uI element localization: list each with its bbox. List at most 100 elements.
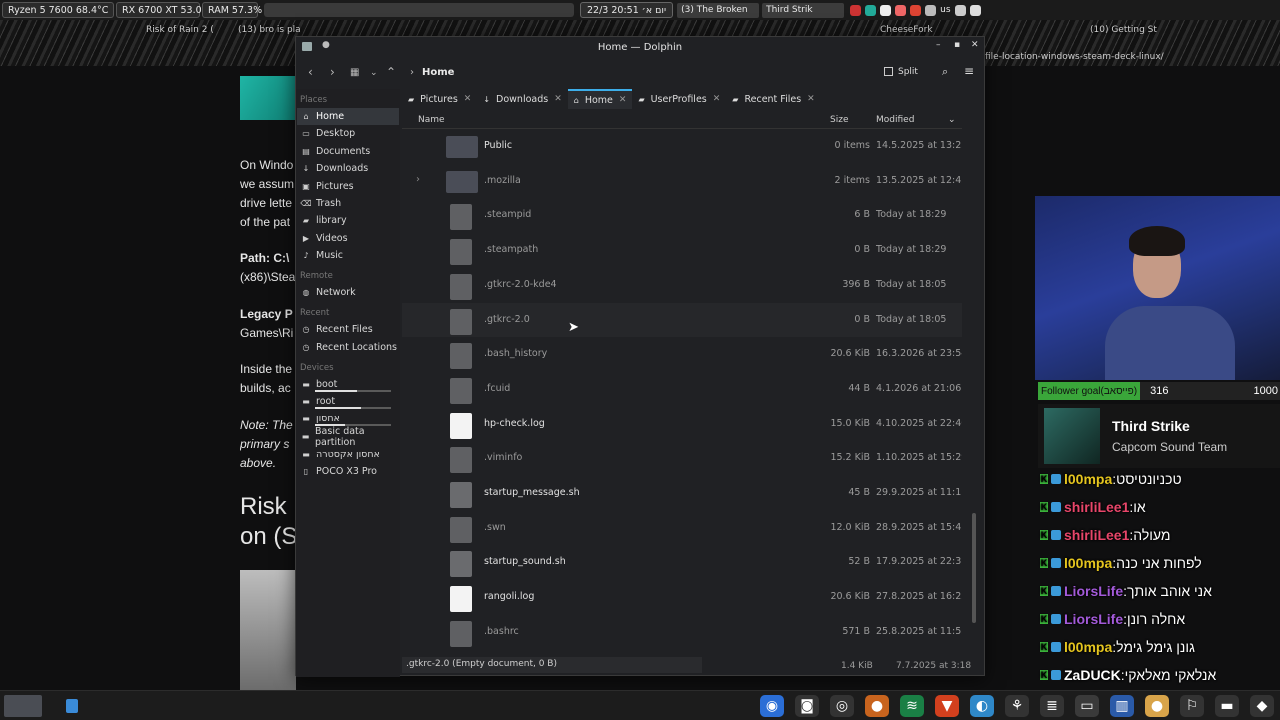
chat-username[interactable]: LiorsLife bbox=[1064, 611, 1123, 627]
chat-username[interactable]: l00mpa bbox=[1064, 639, 1112, 655]
column-name[interactable]: Name bbox=[418, 115, 445, 125]
steam-icon[interactable]: ◎ bbox=[830, 695, 854, 717]
folder-row[interactable]: Public 0 items 14.5.2025 at 13:23 bbox=[402, 129, 962, 163]
places-item-recent-locations[interactable]: ◷ Recent Locations bbox=[297, 339, 399, 356]
search-icon[interactable]: ⌕ bbox=[942, 65, 948, 79]
close-icon[interactable]: ✕ bbox=[713, 94, 721, 104]
file-row[interactable]: .fcuid 44 B 4.1.2026 at 21:06 bbox=[402, 372, 962, 406]
expand-icon[interactable]: › bbox=[416, 174, 420, 185]
places-item-trash[interactable]: ⌫ Trash bbox=[297, 195, 399, 212]
browser-tab[interactable]: (13) bro is pla bbox=[238, 25, 316, 35]
store-icon[interactable]: ▥ bbox=[1110, 695, 1134, 717]
column-size[interactable]: Size bbox=[830, 115, 848, 125]
chat-username[interactable]: shirliLee1 bbox=[1064, 527, 1129, 543]
terminal-icon[interactable]: ▬ bbox=[1215, 695, 1239, 717]
tab-userprofiles[interactable]: ▰ UserProfiles ✕ bbox=[632, 89, 726, 109]
tray-icon[interactable] bbox=[910, 4, 922, 16]
tab-downloads[interactable]: ↓ Downloads ✕ bbox=[477, 89, 567, 109]
tray-icon[interactable] bbox=[954, 4, 966, 16]
address-bar-url[interactable]: file-location-windows-steam-deck-linux/ bbox=[985, 52, 1164, 62]
file-row[interactable]: startup_sound.sh 52 B 17.9.2025 at 22:31 bbox=[402, 545, 962, 579]
device-item[interactable]: ▬ Basic data partition bbox=[297, 426, 399, 448]
column-modified[interactable]: Modified bbox=[876, 115, 914, 125]
start-menu-button[interactable] bbox=[4, 695, 42, 717]
app-icon[interactable]: ◆ bbox=[1250, 695, 1274, 717]
app-icon[interactable]: ● bbox=[1145, 695, 1169, 717]
split-icon[interactable] bbox=[884, 67, 893, 76]
clock[interactable]: 22/3 יום א׳ 20:51 bbox=[580, 2, 674, 18]
places-item-music[interactable]: ♪ Music bbox=[297, 247, 399, 264]
chat-username[interactable]: shirliLee1 bbox=[1064, 499, 1129, 515]
task-item[interactable]: Third Strik bbox=[762, 2, 845, 18]
layers-icon[interactable]: ≣ bbox=[1040, 695, 1064, 717]
browser-tab[interactable]: (10) Getting St bbox=[1090, 25, 1160, 35]
places-item-pictures[interactable]: ▣ Pictures bbox=[297, 178, 399, 195]
menu-icon[interactable]: ≡ bbox=[964, 64, 974, 78]
pin-icon[interactable]: ● bbox=[322, 40, 330, 50]
file-row[interactable]: .viminfo 15.2 KiB 1.10.2025 at 15:29 bbox=[402, 441, 962, 475]
file-row[interactable]: rangoli.log 20.6 KiB 27.8.2025 at 16:22 bbox=[402, 580, 962, 614]
tab-home[interactable]: ⌂ Home ✕ bbox=[567, 89, 633, 109]
split-button[interactable]: Split bbox=[898, 67, 918, 77]
chrome-icon[interactable]: ◉ bbox=[760, 695, 784, 717]
file-row[interactable]: .bash_history 20.6 KiB 16.3.2026 at 23:54 bbox=[402, 337, 962, 371]
tray-icon[interactable] bbox=[880, 4, 892, 16]
forward-icon[interactable]: › bbox=[330, 65, 335, 79]
close-icon[interactable]: ✕ bbox=[554, 94, 562, 104]
view-mode-icon[interactable]: ▦ bbox=[350, 67, 359, 78]
tray-icon[interactable] bbox=[895, 4, 907, 16]
file-row[interactable]: .steampid 6 B Today at 18:29 bbox=[402, 198, 962, 232]
chat-username[interactable]: ZaDUCK bbox=[1064, 667, 1121, 683]
chat-username[interactable]: LiorsLife bbox=[1064, 583, 1123, 599]
breadcrumb[interactable]: Home bbox=[422, 67, 454, 78]
back-icon[interactable]: ‹ bbox=[308, 65, 313, 79]
up-icon[interactable]: ⌃ bbox=[386, 65, 396, 79]
tray-icon[interactable] bbox=[969, 4, 981, 16]
places-item-videos[interactable]: ▶ Videos bbox=[297, 230, 399, 247]
file-manager-icon[interactable]: ▭ bbox=[1075, 695, 1099, 717]
tray-icon[interactable] bbox=[865, 4, 877, 16]
browser-tab[interactable]: Risk of Rain 2 ( bbox=[146, 25, 224, 35]
places-item-network[interactable]: ◍ Network bbox=[297, 284, 399, 301]
app-icon[interactable]: ⚘ bbox=[1005, 695, 1029, 717]
places-item-downloads[interactable]: ↓ Downloads bbox=[297, 160, 399, 177]
close-icon[interactable]: ✕ bbox=[464, 94, 472, 104]
file-row[interactable]: .swn 12.0 KiB 28.9.2025 at 15:45 bbox=[402, 511, 962, 545]
chat-username[interactable]: l00mpa bbox=[1064, 555, 1112, 571]
browser-tab[interactable]: CheeseFork bbox=[880, 25, 958, 35]
browser-icon[interactable]: ◐ bbox=[970, 695, 994, 717]
chat-username[interactable]: l00mpa bbox=[1064, 471, 1112, 487]
file-row[interactable]: .steampath 0 B Today at 18:29 bbox=[402, 233, 962, 267]
places-item-library[interactable]: ▰ library bbox=[297, 212, 399, 229]
device-item[interactable]: ▬ אחסון אקסטרה bbox=[297, 446, 399, 463]
places-item-home[interactable]: ⌂ Home bbox=[297, 108, 399, 125]
tray-icon[interactable] bbox=[850, 4, 862, 16]
minimize-icon[interactable]: – bbox=[936, 40, 941, 50]
places-item-desktop[interactable]: ▭ Desktop bbox=[297, 125, 399, 142]
tray-icon[interactable] bbox=[925, 4, 937, 16]
file-row[interactable]: .bashrc 571 B 25.8.2025 at 11:55 bbox=[402, 615, 962, 649]
file-row[interactable]: .gtkrc-2.0-kde4 396 B Today at 18:05 bbox=[402, 268, 962, 302]
folder-row[interactable]: .mozilla 2 items 13.5.2025 at 12:43 › bbox=[402, 164, 962, 198]
app-icon[interactable]: ⚐ bbox=[1180, 695, 1204, 717]
close-icon[interactable]: ✕ bbox=[971, 40, 979, 50]
close-icon[interactable]: ✕ bbox=[619, 95, 627, 105]
sort-chevron-icon[interactable]: ⌄ bbox=[948, 115, 956, 125]
pager-icon[interactable] bbox=[66, 699, 78, 713]
file-row[interactable]: hp-check.log 15.0 KiB 4.10.2025 at 22:40 bbox=[402, 407, 962, 441]
firefox-icon[interactable]: ● bbox=[865, 695, 889, 717]
device-item[interactable]: ▯ POCO X3 Pro bbox=[297, 463, 399, 480]
close-icon[interactable]: ✕ bbox=[807, 94, 815, 104]
file-row[interactable]: .gtkrc-2.0 0 B Today at 18:05 bbox=[402, 302, 962, 337]
places-item-recent-files[interactable]: ◷ Recent Files bbox=[297, 321, 399, 338]
spotify-icon[interactable]: ≋ bbox=[900, 695, 924, 717]
tab-recent-files[interactable]: ▰ Recent Files ✕ bbox=[726, 89, 820, 109]
window-titlebar[interactable]: ● Home — Dolphin – ▪ ✕ bbox=[296, 37, 984, 57]
keyboard-layout[interactable]: us bbox=[940, 5, 950, 15]
file-row[interactable]: startup_message.sh 45 B 29.9.2025 at 11:17 bbox=[402, 476, 962, 510]
brave-icon[interactable]: ▼ bbox=[935, 695, 959, 717]
discord-icon[interactable]: ◙ bbox=[795, 695, 819, 717]
tab-pictures[interactable]: ▰ Pictures ✕ bbox=[402, 89, 477, 109]
maximize-icon[interactable]: ▪ bbox=[954, 40, 960, 50]
chevron-down-icon[interactable]: ⌄ bbox=[370, 68, 378, 78]
